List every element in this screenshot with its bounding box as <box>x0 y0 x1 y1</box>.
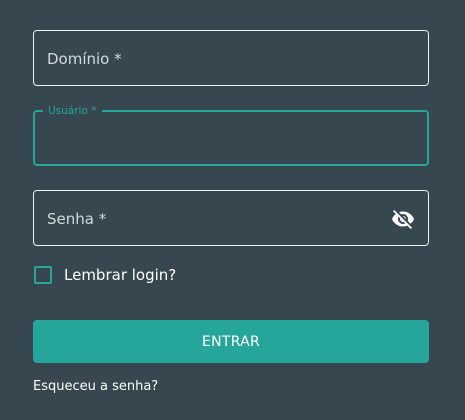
remember-login[interactable]: Lembrar login? <box>33 265 176 285</box>
remember-checkbox[interactable] <box>34 266 52 284</box>
login-button[interactable]: ENTRAR <box>33 320 429 363</box>
password-field[interactable]: Senha * <box>33 190 429 246</box>
domain-field-label: Domínio * <box>47 50 122 68</box>
domain-field[interactable]: Domínio * <box>33 30 429 86</box>
remember-label: Lembrar login? <box>64 266 177 284</box>
password-field-label: Senha * <box>47 210 107 228</box>
eye-off-icon[interactable] <box>391 207 415 231</box>
user-field-label: Usuário * <box>43 104 102 118</box>
user-field[interactable]: Usuário * <box>33 104 429 166</box>
forgot-password-link[interactable]: Esqueceu a senha? <box>33 379 158 394</box>
